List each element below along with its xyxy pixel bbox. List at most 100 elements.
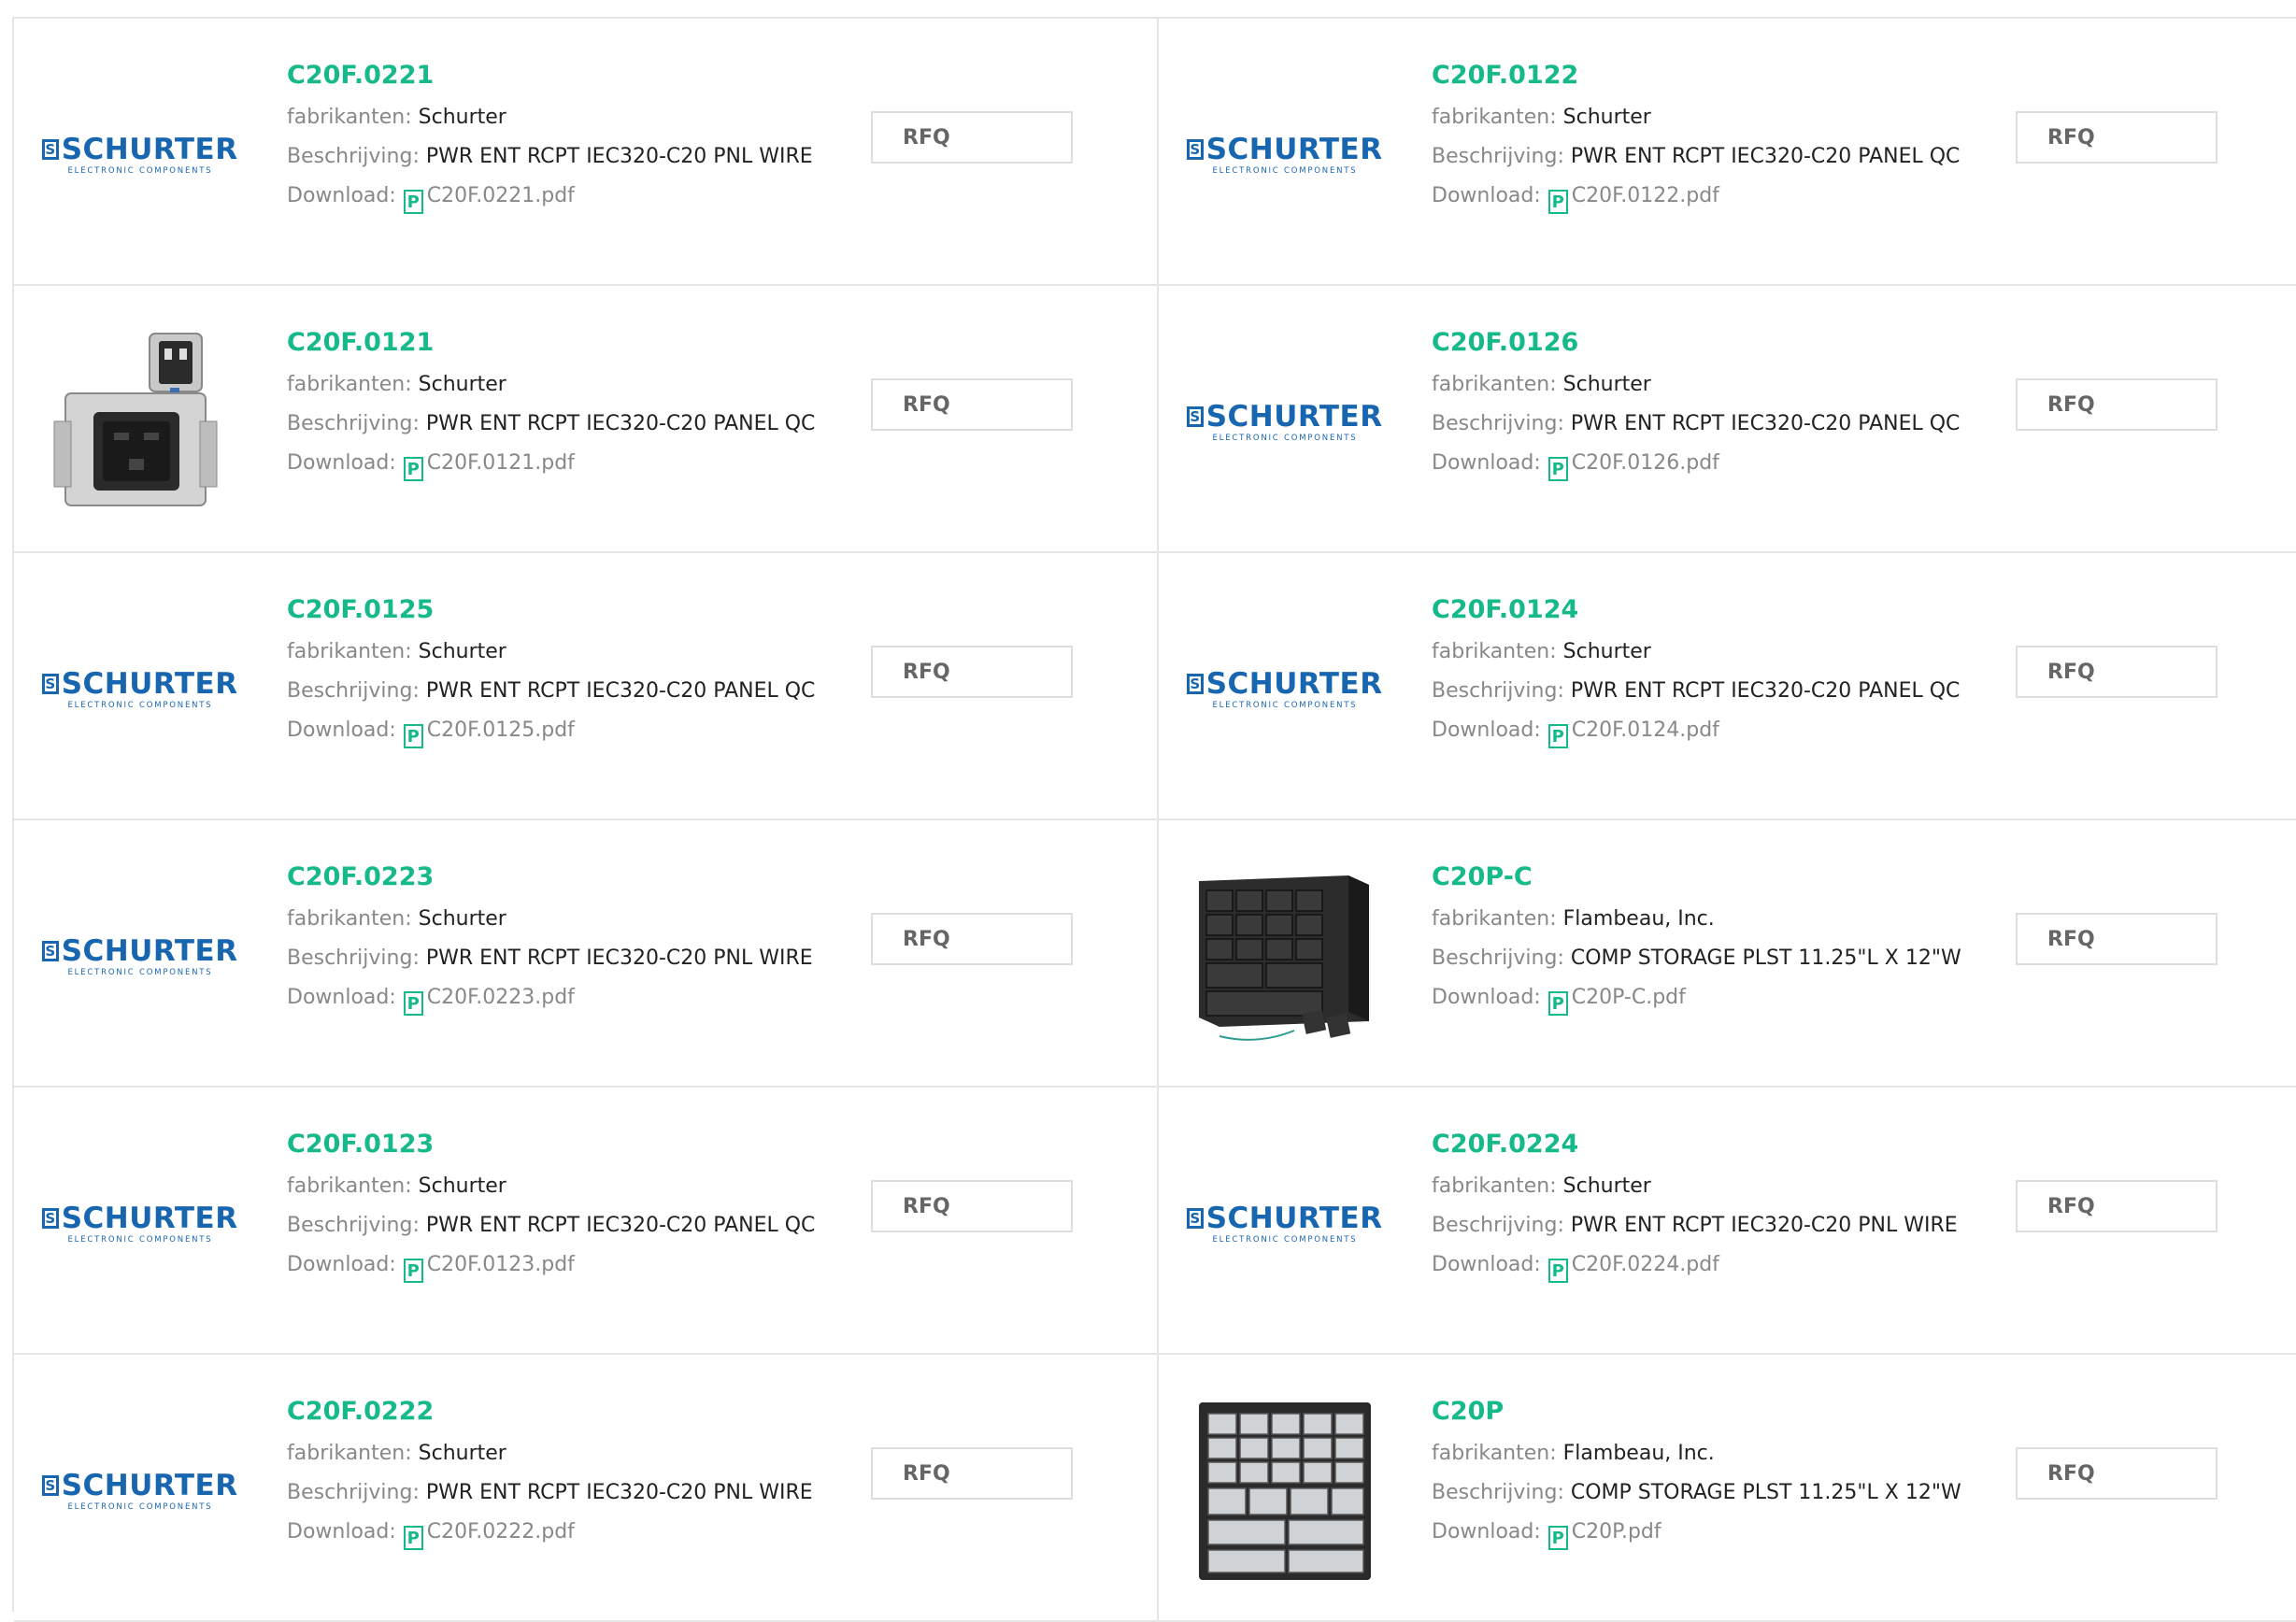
part-number-link[interactable]: C20F.0221 xyxy=(287,60,866,92)
product-image[interactable] xyxy=(1191,1402,1378,1580)
manufacturer-row: fabrikanten: Schurter xyxy=(287,105,866,131)
description-label: Beschrijving: xyxy=(287,1214,420,1237)
product-image[interactable]: S SCHURTER ELECTRONIC COMPONENTS xyxy=(1187,75,1382,234)
pdf-icon[interactable]: P xyxy=(403,457,423,481)
rfq-button[interactable]: RFQ xyxy=(871,1447,1073,1500)
part-number-link[interactable]: C20F.0224 xyxy=(1432,1129,2011,1160)
download-label: Download: xyxy=(1432,1520,1541,1544)
description-value: COMP STORAGE PLST 11.25"L X 12"W xyxy=(1570,946,1961,970)
product-image[interactable]: S SCHURTER ELECTRONIC COMPONENTS xyxy=(42,876,237,1035)
description-row: Beschrijving: COMP STORAGE PLST 11.25"L … xyxy=(1432,1480,2011,1506)
manufacturer-value: Schurter xyxy=(1562,1174,1651,1198)
manufacturer-label: fabrikanten: xyxy=(1432,1442,1557,1465)
rfq-button[interactable]: RFQ xyxy=(871,378,1073,431)
product-image[interactable]: S SCHURTER ELECTRONIC COMPONENTS xyxy=(42,75,237,234)
schurter-mark-icon: S xyxy=(1187,673,1204,694)
product-card: S SCHURTER ELECTRONIC COMPONENTS C20F.022… xyxy=(14,1355,1159,1622)
datasheet-link[interactable]: C20F.0126.pdf xyxy=(1572,451,1719,475)
download-label: Download: xyxy=(1432,184,1541,207)
manufacturer-value: Schurter xyxy=(418,640,506,663)
pdf-icon[interactable]: P xyxy=(403,1259,423,1283)
manufacturer-value: Schurter xyxy=(418,1174,506,1198)
part-number-link[interactable]: C20F.0121 xyxy=(287,327,866,359)
pdf-icon[interactable]: P xyxy=(1547,1259,1568,1283)
rfq-button[interactable]: RFQ xyxy=(871,111,1073,164)
product-card: S SCHURTER ELECTRONIC COMPONENTS C20F.012… xyxy=(14,553,1159,820)
datasheet-link[interactable]: C20F.0224.pdf xyxy=(1572,1253,1719,1276)
logo-name: SCHURTER xyxy=(61,933,238,968)
rfq-button[interactable]: RFQ xyxy=(2016,378,2218,431)
product-grid: S SCHURTER ELECTRONIC COMPONENTS C20F.022… xyxy=(12,17,2296,1622)
download-row: Download: P C20F.0122.pdf xyxy=(1432,183,2011,214)
pdf-icon[interactable]: P xyxy=(403,1526,423,1550)
part-number-link[interactable]: C20F.0122 xyxy=(1432,60,2011,92)
pdf-icon[interactable]: P xyxy=(403,190,423,214)
manufacturer-label: fabrikanten: xyxy=(287,907,412,931)
pdf-icon[interactable]: P xyxy=(403,991,423,1016)
rfq-button[interactable]: RFQ xyxy=(2016,913,2218,965)
datasheet-link[interactable]: C20F.0122.pdf xyxy=(1572,184,1719,207)
pdf-icon[interactable]: P xyxy=(1547,991,1568,1016)
product-info: C20F.0122 fabrikanten: Schurter Beschrij… xyxy=(1432,60,2011,214)
part-number-link[interactable]: C20F.0126 xyxy=(1432,327,2011,359)
rfq-button[interactable]: RFQ xyxy=(2016,1447,2218,1500)
rfq-button[interactable]: RFQ xyxy=(2016,111,2218,164)
product-info: C20F.0222 fabrikanten: Schurter Beschrij… xyxy=(287,1396,866,1550)
product-image[interactable] xyxy=(1191,875,1378,1041)
description-value: PWR ENT RCPT IEC320-C20 PANEL QC xyxy=(1570,145,1961,168)
schurter-mark-icon: S xyxy=(42,1207,59,1229)
manufacturer-row: fabrikanten: Schurter xyxy=(1432,105,2011,131)
schurter-logo: S SCHURTER ELECTRONIC COMPONENTS xyxy=(42,134,237,176)
datasheet-link[interactable]: C20P-C.pdf xyxy=(1572,986,1686,1009)
product-image[interactable]: S SCHURTER ELECTRONIC COMPONENTS xyxy=(1187,1144,1382,1302)
part-number-link[interactable]: C20P-C xyxy=(1432,861,2011,893)
rfq-button[interactable]: RFQ xyxy=(871,646,1073,698)
schurter-logo: S SCHURTER ELECTRONIC COMPONENTS xyxy=(1187,1202,1382,1245)
datasheet-link[interactable]: C20F.0221.pdf xyxy=(427,184,575,207)
product-image[interactable]: S SCHURTER ELECTRONIC COMPONENTS xyxy=(42,1144,237,1302)
description-value: PWR ENT RCPT IEC320-C20 PANEL QC xyxy=(1570,679,1961,703)
logo-name: SCHURTER xyxy=(1205,132,1383,166)
product-image[interactable]: S SCHURTER ELECTRONIC COMPONENTS xyxy=(1187,609,1382,768)
pdf-icon[interactable]: P xyxy=(1547,190,1568,214)
pdf-icon[interactable]: P xyxy=(1547,1526,1568,1550)
datasheet-link[interactable]: C20F.0121.pdf xyxy=(427,451,575,475)
datasheet-link[interactable]: C20F.0223.pdf xyxy=(427,986,575,1009)
schurter-logo: S SCHURTER ELECTRONIC COMPONENTS xyxy=(1187,668,1382,710)
product-image[interactable]: S SCHURTER ELECTRONIC COMPONENTS xyxy=(42,609,237,768)
datasheet-link[interactable]: C20F.0125.pdf xyxy=(427,719,575,742)
manufacturer-row: fabrikanten: Schurter xyxy=(287,1441,866,1467)
manufacturer-label: fabrikanten: xyxy=(287,373,412,396)
rfq-button[interactable]: RFQ xyxy=(2016,1180,2218,1232)
part-number-link[interactable]: C20P xyxy=(1432,1396,2011,1428)
logo-name: SCHURTER xyxy=(61,1468,238,1502)
logo-tagline: ELECTRONIC COMPONENTS xyxy=(67,165,213,176)
datasheet-link[interactable]: C20P.pdf xyxy=(1572,1520,1661,1544)
description-value: PWR ENT RCPT IEC320-C20 PANEL QC xyxy=(1570,412,1961,435)
part-number-link[interactable]: C20F.0222 xyxy=(287,1396,866,1428)
rfq-button[interactable]: RFQ xyxy=(871,1180,1073,1232)
description-value: PWR ENT RCPT IEC320-C20 PNL WIRE xyxy=(425,145,813,168)
product-image[interactable]: S SCHURTER ELECTRONIC COMPONENTS xyxy=(1187,342,1382,501)
description-value: PWR ENT RCPT IEC320-C20 PANEL QC xyxy=(425,412,816,435)
datasheet-link[interactable]: C20F.0123.pdf xyxy=(427,1253,575,1276)
logo-tagline: ELECTRONIC COMPONENTS xyxy=(1212,165,1358,176)
pdf-icon[interactable]: P xyxy=(1547,724,1568,748)
download-row: Download: P C20F.0123.pdf xyxy=(287,1252,866,1283)
logo-tagline: ELECTRONIC COMPONENTS xyxy=(1212,433,1358,443)
rfq-button[interactable]: RFQ xyxy=(2016,646,2218,698)
download-label: Download: xyxy=(287,451,396,475)
description-label: Beschrijving: xyxy=(287,1481,420,1504)
product-image[interactable] xyxy=(47,333,234,506)
part-number-link[interactable]: C20F.0125 xyxy=(287,594,866,626)
datasheet-link[interactable]: C20F.0222.pdf xyxy=(427,1520,575,1544)
pdf-icon[interactable]: P xyxy=(403,724,423,748)
product-image[interactable]: S SCHURTER ELECTRONIC COMPONENTS xyxy=(42,1411,237,1570)
description-label: Beschrijving: xyxy=(1432,412,1564,435)
part-number-link[interactable]: C20F.0124 xyxy=(1432,594,2011,626)
part-number-link[interactable]: C20F.0123 xyxy=(287,1129,866,1160)
rfq-button[interactable]: RFQ xyxy=(871,913,1073,965)
part-number-link[interactable]: C20F.0223 xyxy=(287,861,866,893)
datasheet-link[interactable]: C20F.0124.pdf xyxy=(1572,719,1719,742)
pdf-icon[interactable]: P xyxy=(1547,457,1568,481)
